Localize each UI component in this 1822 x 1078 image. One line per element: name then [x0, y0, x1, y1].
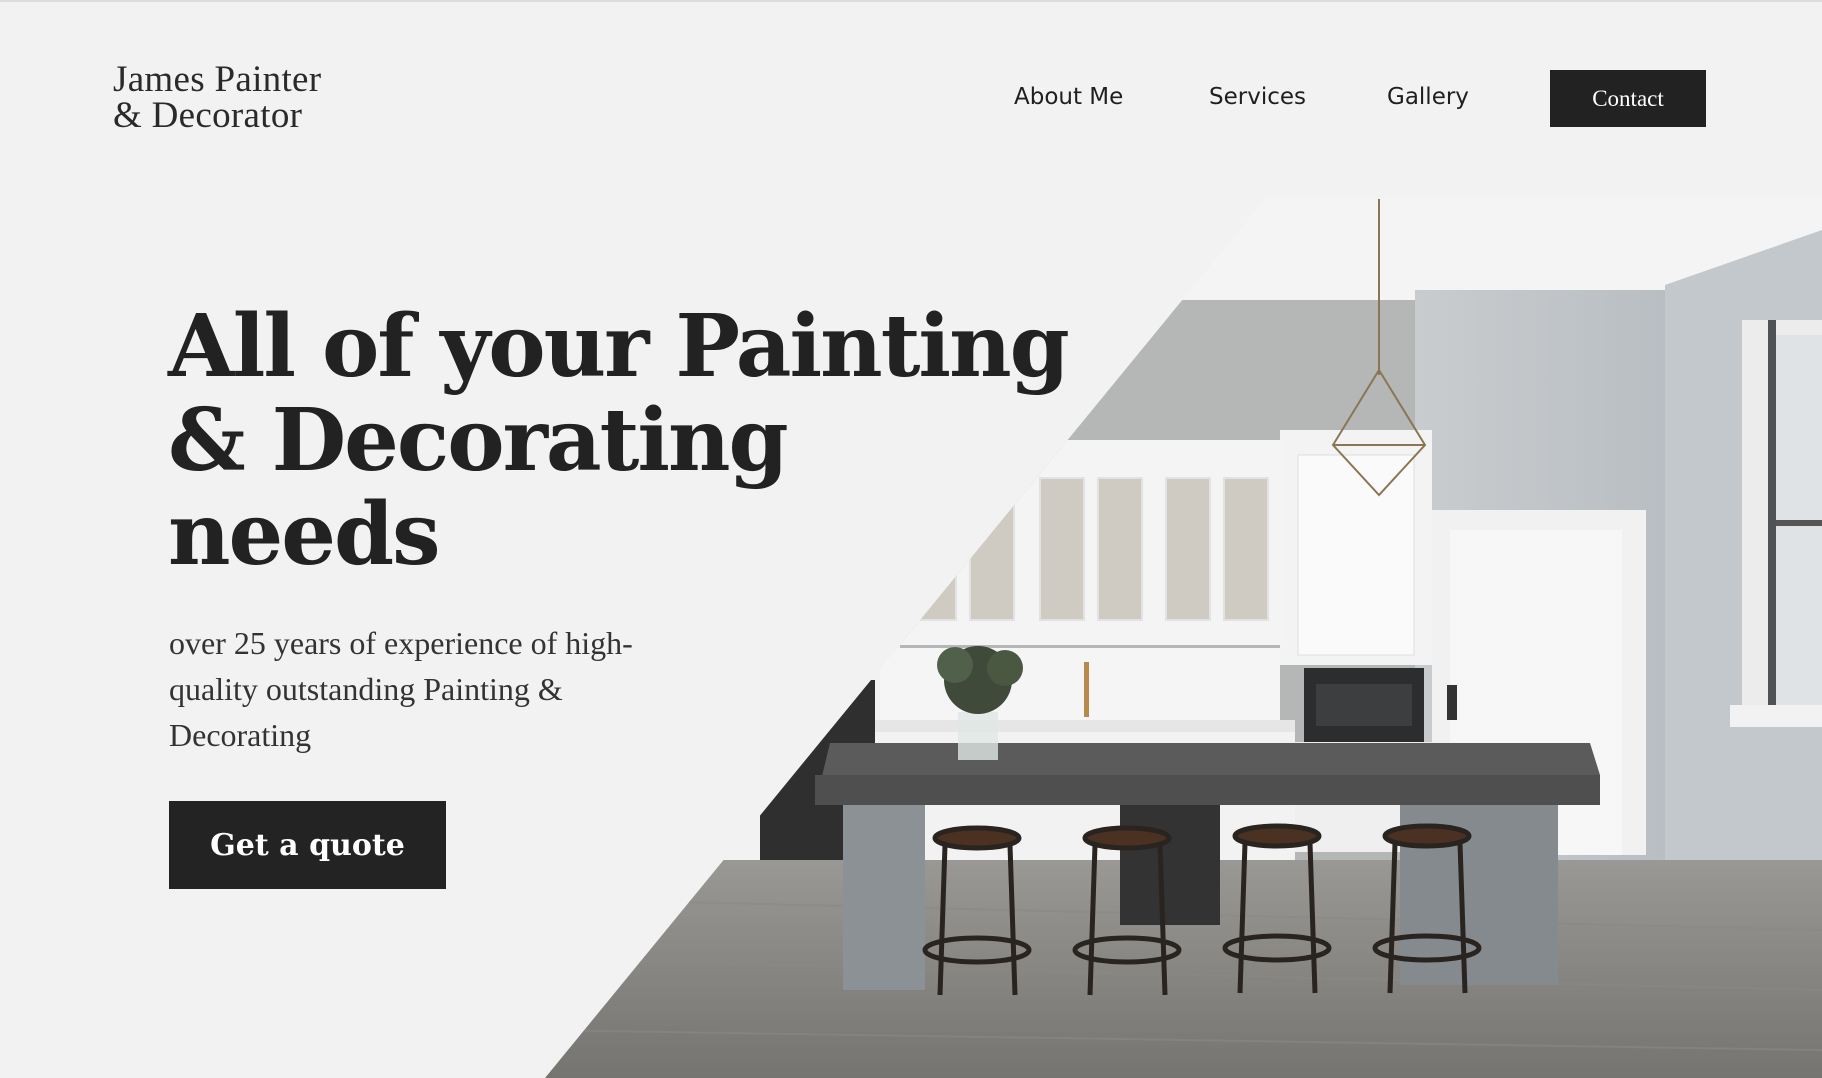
site-logo[interactable]: James Painter & Decorator [113, 59, 322, 136]
headline-line-1: All of your Painting [168, 296, 1070, 397]
subtext-line-2: quality outstanding Painting & [169, 671, 563, 707]
nav-services[interactable]: Services [1209, 84, 1306, 110]
nav-about-me[interactable]: About Me [1014, 84, 1123, 110]
top-border [0, 0, 1822, 2]
hero-subtext: over 25 years of experience of high- qua… [169, 620, 729, 758]
contact-button[interactable]: Contact [1550, 70, 1706, 127]
logo-line-1: James Painter [113, 59, 322, 100]
headline-line-3: needs [168, 484, 441, 585]
subtext-line-1: over 25 years of experience of high- [169, 625, 633, 661]
logo-line-2: & Decorator [113, 95, 303, 136]
headline-line-2: & Decorating [168, 390, 789, 491]
nav-gallery[interactable]: Gallery [1387, 84, 1469, 110]
hero-headline: All of your Painting & Decorating needs [168, 296, 1070, 585]
subtext-line-3: Decorating [169, 717, 312, 753]
get-a-quote-button[interactable]: Get a quote [169, 801, 446, 889]
